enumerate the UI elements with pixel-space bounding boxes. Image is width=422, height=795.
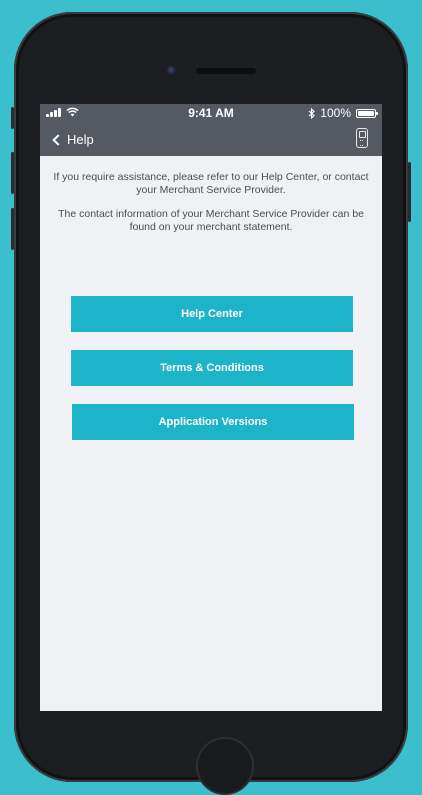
bluetooth-icon (308, 107, 316, 119)
power-button (408, 162, 411, 222)
navigation-bar: Help (40, 122, 382, 156)
status-right: 100% (308, 106, 378, 120)
card-reader-icon[interactable] (356, 128, 368, 148)
chevron-left-icon (52, 133, 64, 146)
front-camera (167, 66, 177, 76)
merchant-contact-text: The contact information of your Merchant… (58, 208, 364, 233)
help-content: If you require assistance, please refer … (40, 156, 382, 711)
volume-down-button (11, 208, 14, 250)
back-button[interactable]: Help (52, 128, 94, 150)
assistance-text: If you require assistance, please refer … (53, 171, 369, 196)
battery-icon (356, 108, 378, 118)
battery-fill (358, 110, 374, 116)
status-bar: 9:41 AM 100% (40, 104, 382, 122)
silent-switch (11, 107, 14, 129)
volume-up-button (11, 152, 14, 194)
terms-conditions-button[interactable]: Terms & Conditions (71, 350, 353, 386)
app-screen: 9:41 AM 100% Help If you require assista… (40, 104, 382, 711)
earpiece-speaker (196, 68, 256, 74)
back-button-label: Help (67, 131, 94, 147)
home-button[interactable] (196, 737, 254, 795)
battery-percent: 100% (320, 106, 351, 120)
application-versions-button[interactable]: Application Versions (72, 404, 354, 440)
help-center-button[interactable]: Help Center (71, 296, 353, 332)
